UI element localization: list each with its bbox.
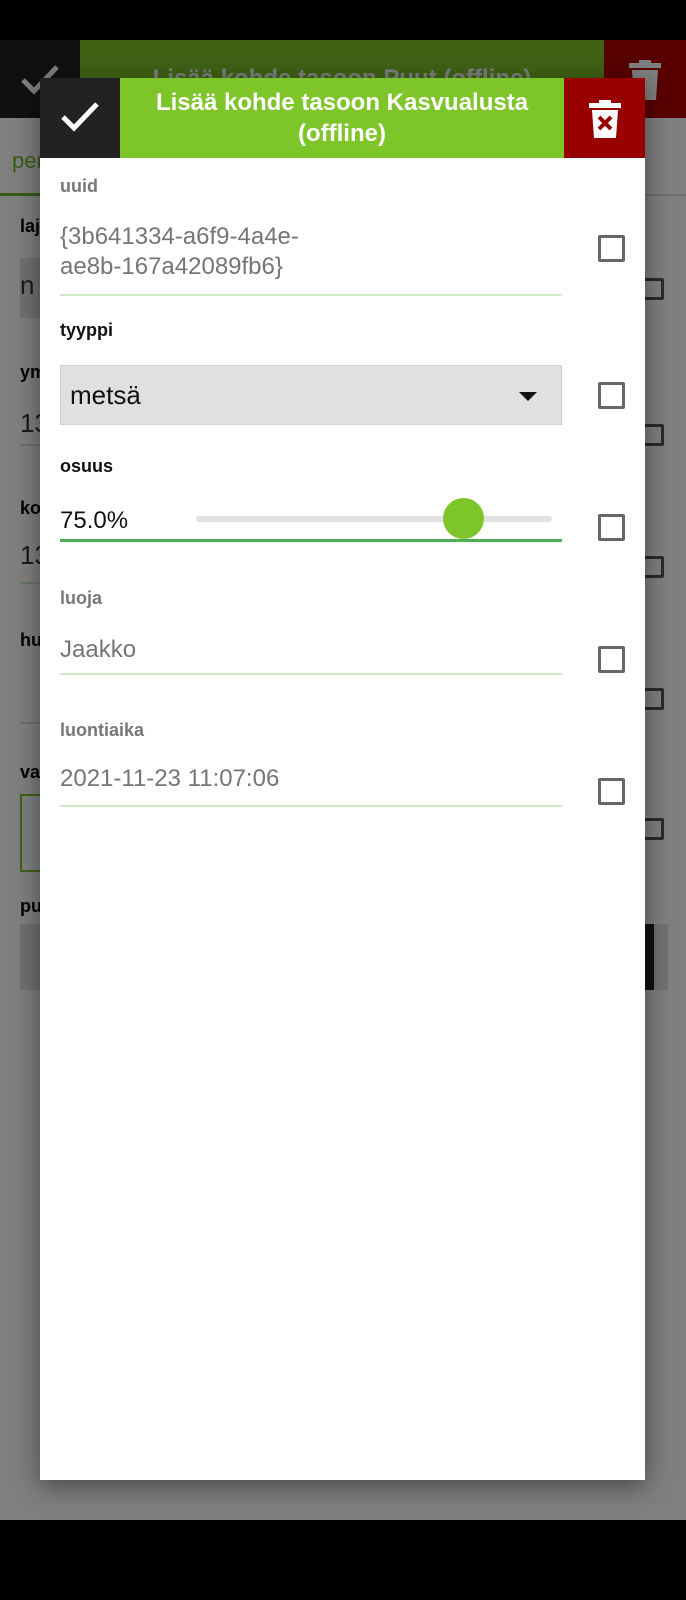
accept-button[interactable] bbox=[40, 78, 120, 158]
luontiaika-label: luontiaika bbox=[60, 720, 145, 740]
uuid-field[interactable]: {3b641334-a6f9-4a4e-ae8b-167a42089fb6} bbox=[60, 222, 350, 282]
dialog-title: Lisää kohde tasoon Kasvualusta (offline) bbox=[120, 78, 564, 158]
luontiaika-remember-checkbox[interactable] bbox=[598, 778, 625, 805]
trash-delete-icon bbox=[589, 100, 621, 138]
osuus-label: osuus bbox=[60, 456, 114, 476]
tyyppi-select[interactable]: metsä bbox=[60, 365, 562, 425]
add-feature-dialog: Lisää kohde tasoon Kasvualusta (offline)… bbox=[40, 78, 645, 1480]
dropdown-arrow-icon bbox=[519, 392, 537, 401]
tyyppi-remember-checkbox[interactable] bbox=[598, 382, 625, 409]
luoja-underline bbox=[60, 673, 562, 675]
luoja-field[interactable]: Jaakko bbox=[60, 635, 560, 665]
uuid-label: uuid bbox=[60, 176, 98, 196]
uuid-remember-checkbox[interactable] bbox=[598, 235, 625, 262]
osuus-remember-checkbox[interactable] bbox=[598, 514, 625, 541]
tyyppi-label: tyyppi bbox=[60, 320, 114, 340]
luontiaika-field[interactable]: 2021-11-23 11:07:06 bbox=[60, 764, 560, 794]
tyyppi-selected-value: metsä bbox=[70, 380, 141, 410]
uuid-underline bbox=[60, 294, 562, 296]
osuus-underline bbox=[60, 539, 562, 542]
osuus-slider-handle[interactable] bbox=[442, 498, 484, 539]
delete-button[interactable] bbox=[564, 78, 645, 158]
dialog-header: Lisää kohde tasoon Kasvualusta (offline) bbox=[40, 78, 645, 158]
luoja-label: luoja bbox=[60, 588, 103, 608]
luontiaika-underline bbox=[60, 805, 562, 807]
osuus-value: 75.0% bbox=[60, 507, 129, 534]
check-icon bbox=[61, 102, 99, 132]
osuus-slider-track[interactable] bbox=[196, 516, 552, 522]
luoja-remember-checkbox[interactable] bbox=[598, 646, 625, 673]
